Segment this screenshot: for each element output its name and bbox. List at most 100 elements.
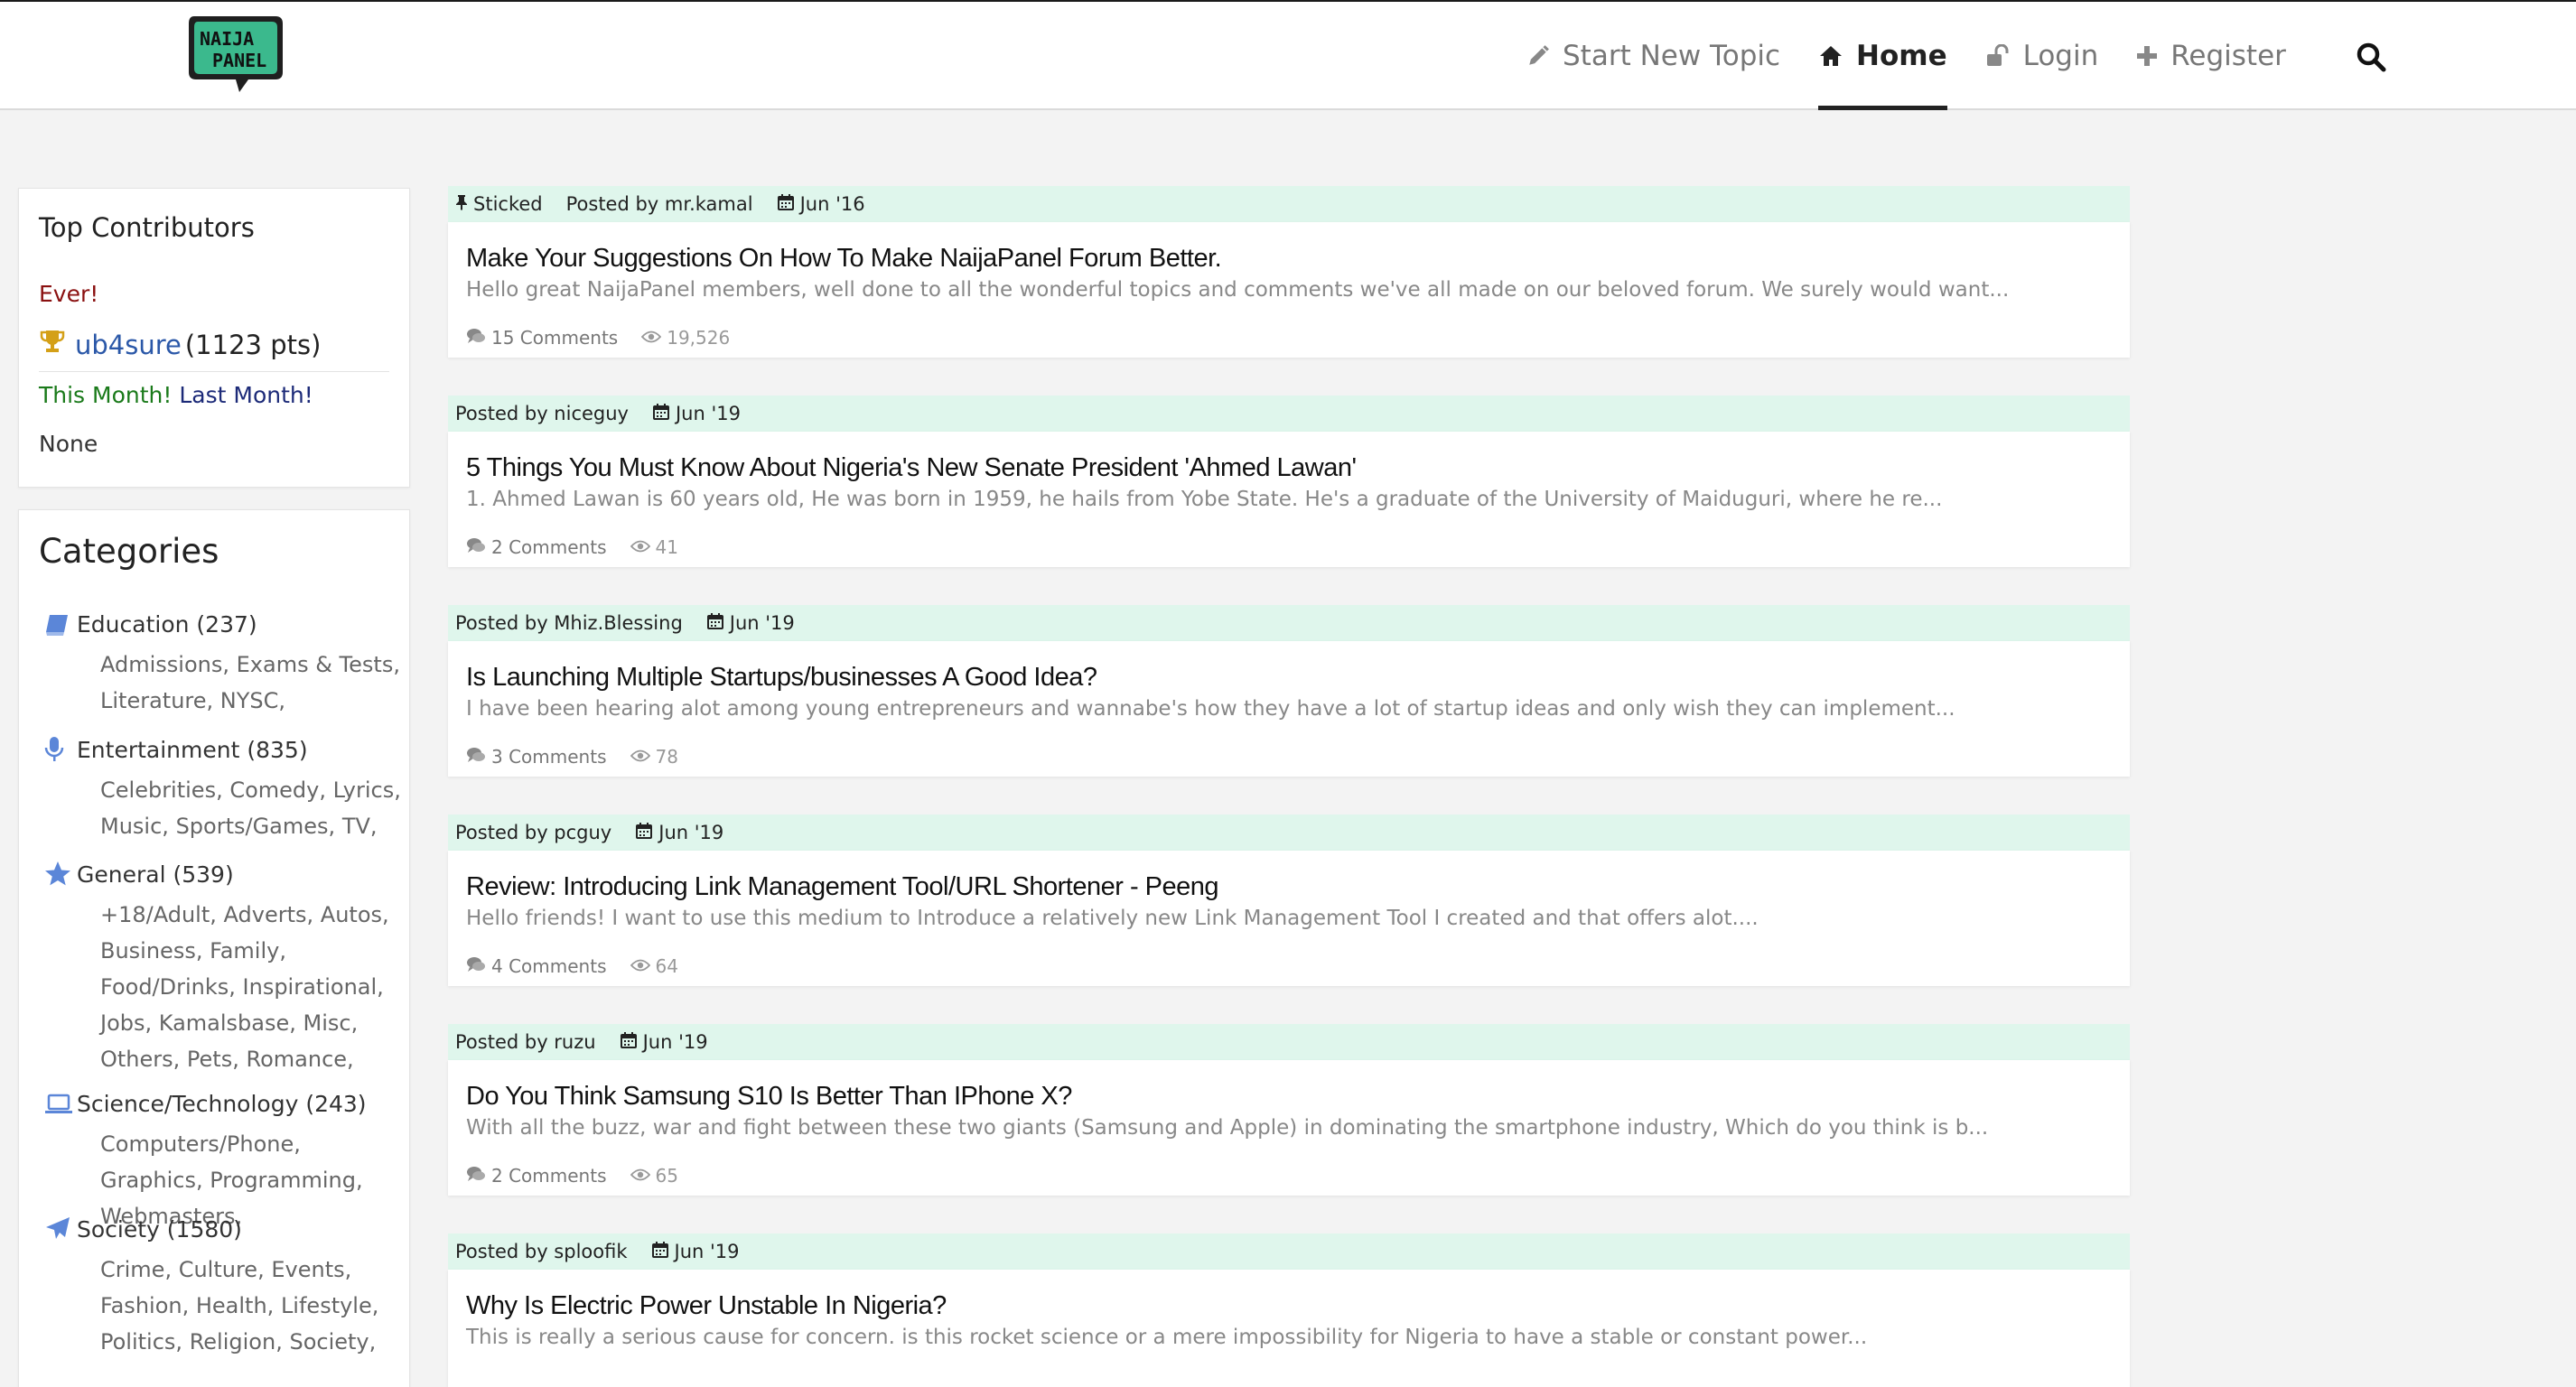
post-author[interactable]: Posted by sploofik [455,1241,628,1262]
post-title-link[interactable]: Do You Think Samsung S10 Is Better Than … [466,1082,1072,1112]
post-body: Make Your Suggestions On How To Make Nai… [448,222,2130,358]
post-card: Sticked Posted by mr.kamal Jun '16 Make Yo… [448,186,2130,358]
category-item: General (539) +18/Adult, Adverts, Autos,… [44,861,406,1077]
subcategory-link[interactable]: Religion [190,1329,276,1354]
unlock-icon [1985,44,2011,68]
subcategory-link[interactable]: Music [100,814,162,839]
post-comments-link[interactable]: 2 Comments [466,536,607,558]
category-name[interactable]: Education (237) [77,611,257,638]
post-excerpt: I have been hearing alot among young ent… [466,697,1955,721]
pencil-icon [1526,44,1550,68]
category-name[interactable]: General (539) [77,861,234,888]
subcategory-link[interactable]: Literature [100,688,207,713]
tab-this-month[interactable]: This Month! [39,382,172,408]
post-stats: 2 Comments 41 [466,536,678,558]
post-excerpt: This is really a serious cause for conce… [466,1326,1868,1349]
subcategory-link[interactable]: Misc [303,1010,351,1036]
post-title-link[interactable]: Make Your Suggestions On How To Make Nai… [466,244,1222,274]
post-views: 41 [630,536,678,558]
post-excerpt: With all the buzz, war and fight between… [466,1116,1989,1140]
eye-icon [630,1165,656,1187]
subcategory-link[interactable]: Health [196,1293,267,1318]
subcategory-link[interactable]: Lyrics [333,777,395,803]
nav-start-new-topic-label: Start New Topic [1563,40,1781,72]
subcategory-link[interactable]: Society [289,1329,369,1354]
post-comments-link[interactable]: 2 Comments [466,1165,607,1187]
post-body: 5 Things You Must Know About Nigeria's N… [448,432,2130,567]
microphone-icon [44,736,77,763]
subcategory-link[interactable]: Jobs [100,1010,145,1036]
subcategory-link[interactable]: Pets [187,1047,232,1072]
subcategory-link[interactable]: Adverts [224,902,307,927]
subcategory-link[interactable]: Food/Drinks [100,974,229,1000]
subcategory-link[interactable]: Events [271,1257,344,1282]
subcategory-link[interactable]: Autos [321,902,382,927]
nav-home[interactable]: Home [1818,2,1947,110]
post-author[interactable]: Posted by niceguy [455,403,629,424]
post-comments-link[interactable]: 3 Comments [466,746,607,768]
category-header: Entertainment (835) [44,736,406,763]
post-body: Why Is Electric Power Unstable In Nigeri… [448,1270,2130,1387]
post-author[interactable]: Posted by Mhiz.Blessing [455,612,683,634]
pin-icon [455,193,473,215]
subcategory-link[interactable]: Family [210,938,279,963]
post-date: Jun '16 [777,193,865,216]
post-stats: 2 Comments 65 [466,1165,678,1187]
top-contributor-name[interactable]: ub4sure [75,330,182,360]
subcategory-link[interactable]: +18/Adult [100,902,210,927]
subcategory-link[interactable]: Exams & Tests [237,652,394,677]
post-stats: 4 Comments 64 [466,955,678,977]
eye-icon [630,955,656,977]
category-header: General (539) [44,861,406,888]
subcategory-link[interactable]: Culture [179,1257,257,1282]
book-icon [44,612,77,638]
subcategory-link[interactable]: Comedy [229,777,319,803]
subcategory-link[interactable]: Sports/Games [176,814,329,839]
search-icon [2356,42,2386,76]
post-comments-link[interactable]: 15 Comments [466,327,618,349]
subcategory-link[interactable]: Programming [210,1168,356,1193]
nav-login[interactable]: Login [1985,2,2098,110]
subcategory-link[interactable]: Romance [246,1047,347,1072]
home-icon [1818,44,1843,68]
category-name[interactable]: Science/Technology (243) [77,1091,367,1117]
post-date: Jun '19 [652,403,741,425]
subcategory-link[interactable]: Kamalsbase [159,1010,290,1036]
post-title-link[interactable]: Why Is Electric Power Unstable In Nigeri… [466,1291,947,1321]
subcategory-link[interactable]: Computers/Phone [100,1131,294,1157]
subcategory-link[interactable]: Celebrities [100,777,216,803]
category-header: Science/Technology (243) [44,1091,406,1117]
category-item: Entertainment (835) Celebrities, Comedy,… [44,736,406,844]
subcategory-link[interactable]: Others [100,1047,173,1072]
subcategory-link[interactable]: Politics [100,1329,175,1354]
category-name[interactable]: Society (1580) [77,1216,242,1243]
subcategory-link[interactable]: Admissions [100,652,222,677]
trophy-icon [39,328,66,361]
subcategory-link[interactable]: NYSC [220,688,279,713]
subcategory-link[interactable]: TV [342,814,370,839]
top-contributor-points: (1123 pts) [184,329,322,360]
post-title-link[interactable]: Review: Introducing Link Management Tool… [466,872,1219,902]
subcategory-link[interactable]: Lifestyle [281,1293,372,1318]
post-author[interactable]: Posted by pcguy [455,822,611,843]
subcategory-link[interactable]: Inspirational [243,974,378,1000]
subcategory-link[interactable]: Crime [100,1257,164,1282]
post-title-link[interactable]: Is Launching Multiple Startups/businesse… [466,663,1097,693]
nav-start-new-topic[interactable]: Start New Topic [1526,2,1780,110]
subcategory-link[interactable]: Business [100,938,196,963]
post-author[interactable]: Posted by ruzu [455,1031,596,1053]
post-comments-link[interactable]: 4 Comments [466,955,607,977]
calendar-icon [777,193,800,216]
category-name[interactable]: Entertainment (835) [77,737,308,763]
post-author[interactable]: Posted by mr.kamal [566,193,753,215]
post-title-link[interactable]: 5 Things You Must Know About Nigeria's N… [466,453,1357,483]
nav-register[interactable]: Register [2136,2,2286,110]
eye-icon [641,327,667,349]
post-views: 78 [630,746,678,768]
logo-text-line1: NAIJA [200,28,254,50]
naijapanel-logo[interactable]: NAIJA PANEL [185,13,286,96]
subcategory-link[interactable]: Graphics [100,1168,196,1193]
tab-last-month[interactable]: Last Month! [179,382,313,408]
search-button[interactable] [2356,42,2386,76]
subcategory-link[interactable]: Fashion [100,1293,182,1318]
